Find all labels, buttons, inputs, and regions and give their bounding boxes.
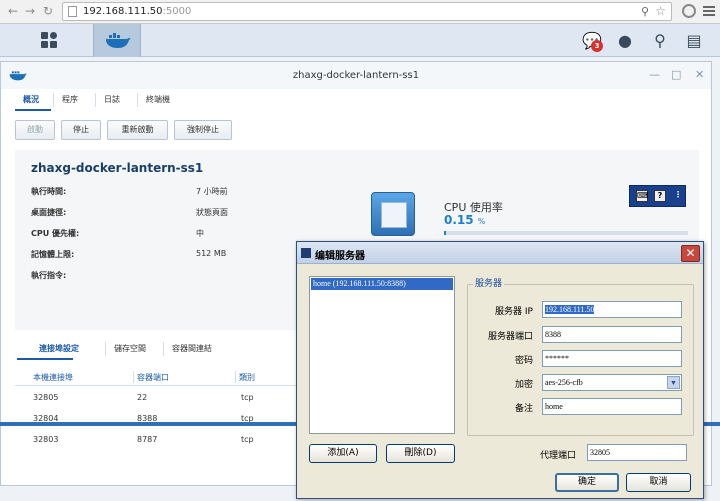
docker-whale-icon xyxy=(106,33,131,48)
minimize-icon[interactable]: — xyxy=(649,68,660,81)
close-icon[interactable]: ✕ xyxy=(695,68,704,81)
proxy-port-label: 代理端口 xyxy=(539,451,576,461)
server-port-label: 服务器端口 xyxy=(487,332,533,342)
table-row[interactable]: 32803 8787 tcp xyxy=(15,430,315,451)
cpu-usage-bar xyxy=(444,231,688,235)
url-text[interactable]: 192.168.111.50:5000 xyxy=(83,6,191,17)
app-icon xyxy=(301,248,311,258)
remark-input[interactable]: home xyxy=(542,398,682,415)
dsm-taskbar: 💬 ● ⚲ ▤ xyxy=(0,24,720,57)
col-local-port[interactable]: 本機連接埠 xyxy=(33,372,73,383)
restart-button[interactable]: 重新啟動 xyxy=(107,120,168,140)
cpu-usage-value: 0.15 % xyxy=(444,213,486,227)
container-name: zhaxg-docker-lantern-ss1 xyxy=(31,161,204,175)
prop-value-runtime: 7 小時前 xyxy=(196,187,228,196)
server-list[interactable]: home (192.168.111.50:8388) xyxy=(309,276,455,434)
prop-label-shortcut: 桌面捷徑: xyxy=(31,208,67,217)
ok-button[interactable]: 确定 xyxy=(555,473,619,492)
extension-icon[interactable] xyxy=(682,4,696,18)
remark-label: 备注 xyxy=(514,404,533,414)
active-subtab-indicator xyxy=(17,358,73,360)
active-tab-indicator xyxy=(15,109,51,111)
column-divider xyxy=(133,371,134,383)
prop-label-runtime: 執行時間: xyxy=(31,187,67,196)
edit-server-dialog: 编辑服务器 ✕ home (192.168.111.50:8388) 服务器 服… xyxy=(296,241,704,499)
tab-volumes[interactable]: 儲存空間 xyxy=(105,342,154,356)
prop-label-memory-limit: 記憶體上限: xyxy=(31,250,75,259)
address-bar[interactable]: 192.168.111.50:5000 ⚲ ☆ xyxy=(62,2,672,21)
browser-toolbar: ← → ↻ 192.168.111.50:5000 ⚲ ☆ xyxy=(0,0,720,24)
cell-local-port: 32803 xyxy=(33,435,59,444)
user-icon[interactable]: ● xyxy=(615,31,635,51)
tab-log[interactable]: 日誌 xyxy=(95,93,128,107)
window-title: zhaxg-docker-lantern-ss1 xyxy=(292,70,420,81)
tray-widget[interactable]: ⌨ ? ⋮ xyxy=(629,185,686,207)
port-tabs: 連接埠設定 儲存空間 容器間連結 xyxy=(15,340,315,360)
cancel-button[interactable]: 取消 xyxy=(626,473,691,492)
menu-dots-icon[interactable]: ⋮ xyxy=(672,190,684,202)
col-type[interactable]: 類別 xyxy=(239,372,255,383)
password-label: 密码 xyxy=(514,356,533,366)
dialog-titlebar: 编辑服务器 ✕ xyxy=(297,242,703,264)
cell-local-port: 32805 xyxy=(33,393,59,402)
help-icon[interactable]: ? xyxy=(654,190,666,202)
cell-container-port: 22 xyxy=(137,393,148,402)
encryption-select[interactable]: aes-256-cfb ▼ xyxy=(542,374,682,391)
bookmark-star-icon[interactable]: ☆ xyxy=(655,4,666,18)
dialog-title: 编辑服务器 xyxy=(315,251,365,262)
main-menu-button[interactable] xyxy=(26,24,74,57)
server-group-title: 服务器 xyxy=(473,276,505,289)
prop-label-command: 執行指令: xyxy=(31,271,67,280)
tab-process[interactable]: 程序 xyxy=(53,93,86,107)
server-ip-label: 服务器 IP xyxy=(495,307,533,317)
forward-icon[interactable]: → xyxy=(22,3,38,19)
server-port-input[interactable]: 8388 xyxy=(542,326,682,343)
page-icon xyxy=(68,6,77,17)
cell-type: tcp xyxy=(241,435,254,444)
chevron-down-icon[interactable]: ▼ xyxy=(667,376,680,389)
cpu-chip-icon xyxy=(371,192,415,236)
prop-label-cpu-priority: CPU 優先權: xyxy=(31,229,80,238)
server-list-item[interactable]: home (192.168.111.50:8388) xyxy=(311,278,453,290)
prop-value-shortcut: 狀態頁面 xyxy=(196,208,228,217)
ports-table-header: 本機連接埠 容器端口 類別 xyxy=(15,368,315,386)
prop-value-memory-limit: 512 MB xyxy=(196,249,227,258)
notification-badge: 3 xyxy=(591,40,603,52)
add-button[interactable]: 添加(A) xyxy=(309,444,377,463)
start-button[interactable]: 啟動 xyxy=(15,120,55,140)
close-icon[interactable]: ✕ xyxy=(681,245,700,262)
table-row[interactable]: 32804 8388 tcp xyxy=(15,409,315,430)
proxy-port-input[interactable]: 32805 xyxy=(587,444,687,461)
tab-links[interactable]: 容器間連結 xyxy=(163,342,220,356)
tab-overview[interactable]: 概況 xyxy=(15,93,47,107)
delete-button[interactable]: 刪除(D) xyxy=(386,444,455,463)
cpu-usage-fill xyxy=(444,231,447,235)
maximize-icon[interactable]: □ xyxy=(671,68,681,81)
table-row[interactable]: 32805 22 tcp xyxy=(15,388,315,409)
cell-type: tcp xyxy=(241,393,254,402)
prop-value-cpu-priority: 中 xyxy=(196,229,204,238)
browser-menu-icon[interactable] xyxy=(703,6,715,16)
cell-container-port: 8787 xyxy=(137,435,158,444)
docker-app-button[interactable] xyxy=(93,24,141,57)
encryption-label: 加密 xyxy=(514,380,533,390)
key-icon[interactable]: ⚲ xyxy=(641,5,649,18)
back-icon[interactable]: ← xyxy=(5,3,21,19)
tab-terminal[interactable]: 終端機 xyxy=(137,93,178,107)
apps-grid-icon xyxy=(41,32,58,49)
col-container-port[interactable]: 容器端口 xyxy=(137,372,169,383)
keyboard-icon[interactable]: ⌨ xyxy=(636,190,649,202)
column-divider xyxy=(235,371,236,383)
password-input[interactable]: ****** xyxy=(542,350,682,367)
reload-icon[interactable]: ↻ xyxy=(40,3,56,19)
server-ip-input[interactable]: 192.168.111.50 xyxy=(542,301,682,318)
widgets-icon[interactable]: ▤ xyxy=(684,31,704,51)
stop-button[interactable]: 停止 xyxy=(61,120,101,140)
tab-port-settings[interactable]: 連接埠設定 xyxy=(31,342,87,356)
window-header: zhaxg-docker-lantern-ss1 — □ ✕ xyxy=(1,62,711,89)
search-icon[interactable]: ⚲ xyxy=(650,31,670,51)
force-stop-button[interactable]: 強制停止 xyxy=(174,120,232,140)
